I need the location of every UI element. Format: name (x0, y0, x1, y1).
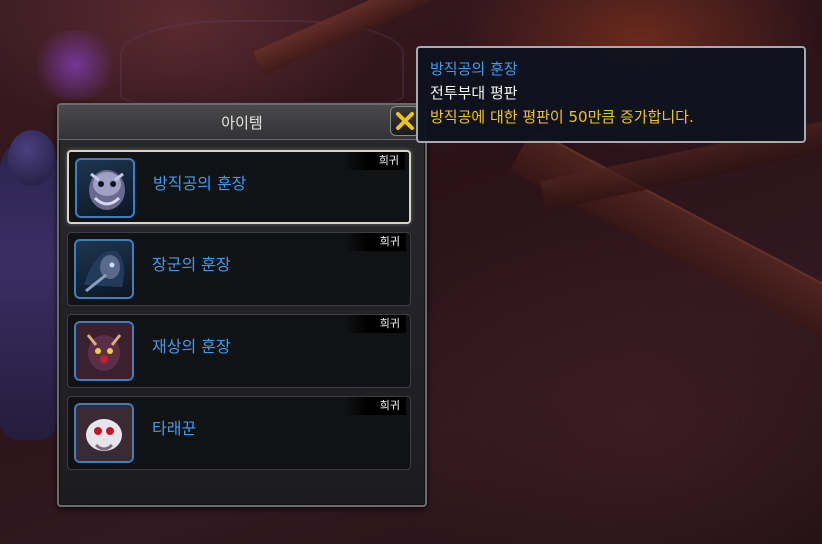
panel-title: 아이템 (221, 113, 263, 132)
item-row-threader[interactable]: 타래꾼 희귀 (67, 396, 411, 470)
rarity-badge: 희귀 (343, 233, 406, 251)
item-name: 방직공의 훈장 (153, 174, 247, 193)
item-name: 타래꾼 (152, 419, 197, 438)
item-name: 장군의 훈장 (152, 255, 231, 274)
rarity-badge: 희귀 (343, 315, 406, 333)
tooltip-title: 방직공의 훈장 (430, 60, 518, 78)
item-tooltip: 방직공의 훈장 전투부대 평판 방직공에 대한 평판이 50만큼 증가합니다. (416, 46, 806, 143)
hooded-warrior-portrait-icon (74, 239, 134, 299)
white-spider-portrait-icon (74, 403, 134, 463)
item-row-vizier-badge[interactable]: 재상의 훈장 희귀 (67, 314, 411, 388)
item-row-general-badge[interactable]: 장군의 훈장 희귀 (67, 232, 411, 306)
close-icon (396, 112, 414, 130)
purple-glow (30, 30, 120, 100)
panel-header: 아이템 (59, 105, 425, 140)
item-list: 방직공의 훈장 희귀 장군의 훈장 희귀 재상의 훈장 희귀 타래꾼 희귀 (67, 150, 411, 478)
rarity-badge: 희귀 (343, 397, 406, 415)
item-row-weaver-badge[interactable]: 방직공의 훈장 희귀 (67, 150, 411, 224)
tooltip-subtitle: 전투부대 평판 (430, 84, 518, 102)
item-selection-panel: 아이템 방직공의 훈장 희귀 장군의 훈장 희귀 재상의 훈장 희귀 타래꾼 희… (57, 103, 427, 507)
tooltip-description: 방직공에 대한 평판이 50만큼 증가합니다. (430, 108, 694, 126)
creature-head (8, 130, 56, 186)
spider-lord-portrait-icon (74, 321, 134, 381)
tuskarr-portrait-icon (75, 158, 135, 218)
rarity-badge: 희귀 (342, 152, 405, 170)
item-name: 재상의 훈장 (152, 337, 231, 356)
